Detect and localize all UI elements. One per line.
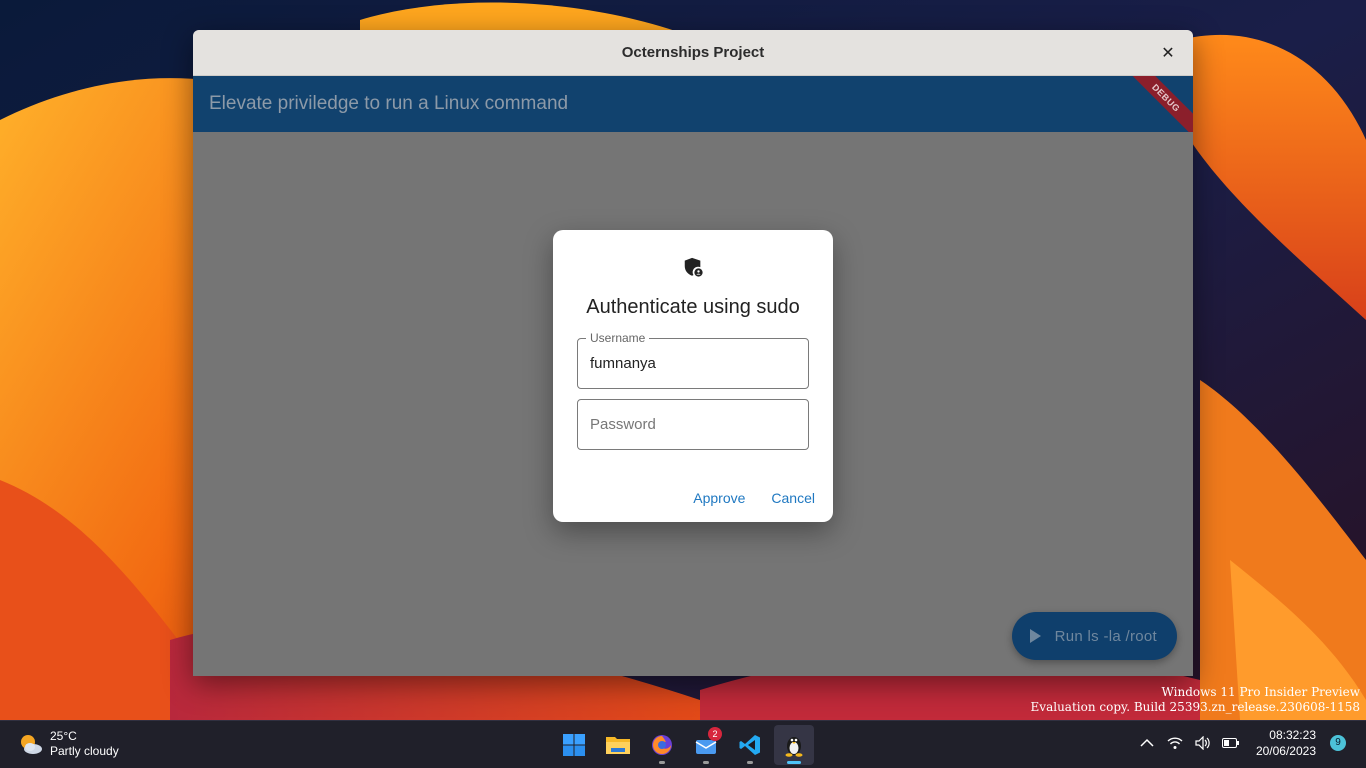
mail-badge: 2 <box>708 727 722 741</box>
watermark-line-1: Windows 11 Pro Insider Preview <box>1161 685 1360 699</box>
running-indicator <box>703 761 709 764</box>
weather-widget[interactable]: 25°C Partly cloudy <box>18 729 119 759</box>
running-indicator <box>659 761 665 764</box>
play-icon <box>1029 629 1041 643</box>
password-field[interactable]: Password <box>577 399 809 450</box>
dialog-title: Authenticate using sudo <box>586 296 800 318</box>
volume-icon[interactable] <box>1194 734 1212 752</box>
active-indicator <box>787 761 801 764</box>
window-titlebar[interactable]: Octernships Project ✕ <box>193 30 1193 76</box>
close-icon[interactable]: ✕ <box>1157 42 1179 64</box>
wifi-icon[interactable] <box>1166 734 1184 752</box>
username-value: fumnanya <box>590 355 656 372</box>
clock[interactable]: 08:32:23 20/06/2023 <box>1256 727 1316 759</box>
taskbar-apps: 2 <box>554 725 814 765</box>
app-bar: Elevate priviledge to run a Linux comman… <box>193 76 1193 132</box>
linux-tux-icon <box>785 737 803 757</box>
username-field[interactable]: Username fumnanya <box>577 331 809 389</box>
firefox-button[interactable] <box>642 725 682 765</box>
run-command-button[interactable]: Run ls -la /root <box>1011 612 1177 660</box>
battery-icon[interactable] <box>1221 734 1240 752</box>
firefox-icon <box>652 735 672 755</box>
mail-button[interactable]: 2 <box>686 725 726 765</box>
shield-lock-icon <box>684 257 703 277</box>
clock-time: 08:32:23 <box>1269 728 1316 742</box>
file-explorer-icon <box>606 737 630 754</box>
system-tray: 08:32:23 20/06/2023 9 <box>1138 727 1346 759</box>
debug-banner: DEBUG <box>1121 76 1193 132</box>
approve-button[interactable]: Approve <box>693 490 745 506</box>
windows-start-icon <box>563 734 585 756</box>
weather-temperature: 25°C <box>50 729 77 743</box>
running-indicator <box>747 761 753 764</box>
linux-app-button[interactable] <box>774 725 814 765</box>
sudo-auth-dialog: Authenticate using sudo Username fumnany… <box>553 230 833 522</box>
start-button[interactable] <box>554 725 594 765</box>
notification-badge[interactable]: 9 <box>1330 735 1346 751</box>
dialog-actions: Approve Cancel <box>693 490 815 506</box>
watermark-line-2: Evaluation copy. Build 25393.zn_release.… <box>1030 700 1360 714</box>
vscode-icon <box>739 735 760 755</box>
window-title: Octernships Project <box>621 44 765 61</box>
clock-date: 20/06/2023 <box>1255 744 1316 758</box>
chevron-up-icon[interactable] <box>1138 734 1156 752</box>
taskbar: 25°C Partly cloudy 2 08:32:23 20/06/2023… <box>0 720 1366 768</box>
windows-watermark: Windows 11 Pro Insider Preview Evaluatio… <box>1031 685 1360 715</box>
weather-condition: Partly cloudy <box>50 744 119 758</box>
run-command-label: Run ls -la /root <box>1054 627 1157 645</box>
cancel-button[interactable]: Cancel <box>771 490 815 506</box>
file-explorer-button[interactable] <box>598 725 638 765</box>
vscode-button[interactable] <box>730 725 770 765</box>
partly-cloudy-icon <box>21 735 42 754</box>
password-placeholder: Password <box>590 416 656 433</box>
username-label: Username <box>586 331 650 345</box>
app-bar-title: Elevate priviledge to run a Linux comman… <box>209 93 569 114</box>
